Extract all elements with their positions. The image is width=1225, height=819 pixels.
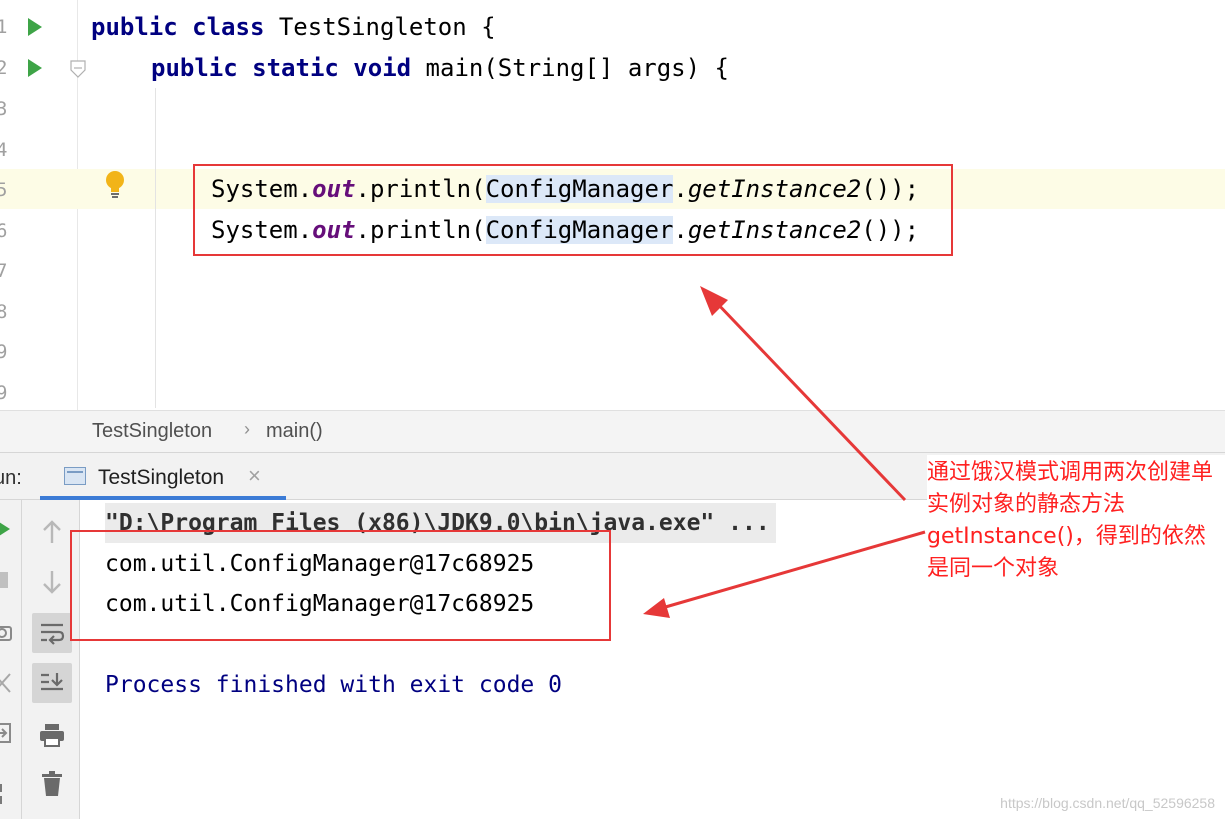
breadcrumb: TestSingleton › main() bbox=[0, 410, 1225, 452]
fold-icon[interactable] bbox=[69, 60, 87, 78]
line-number: 1 bbox=[0, 16, 8, 38]
line-number: 9 bbox=[0, 341, 8, 363]
code-highlight-box bbox=[193, 164, 953, 256]
annotation-text: 通过饿汉模式调用两次创建单实例对象的静态方法getInstance()，得到的依… bbox=[927, 455, 1225, 587]
console-highlight-box bbox=[70, 530, 611, 641]
indent-guide bbox=[155, 88, 156, 408]
console-exit-message: Process finished with exit code 0 bbox=[105, 672, 562, 698]
line-number: 2 bbox=[0, 57, 8, 79]
run-icon[interactable] bbox=[28, 59, 42, 77]
run-toolbar-primary bbox=[0, 500, 22, 819]
lightbulb-icon[interactable] bbox=[104, 170, 126, 200]
keyword: public static void bbox=[151, 54, 412, 82]
close-icon[interactable]: × bbox=[248, 463, 261, 489]
line-number: 5 bbox=[0, 179, 8, 201]
line-number: 8 bbox=[0, 301, 8, 323]
code-line-main-decl: public static void main(String[] args) { bbox=[151, 48, 729, 88]
run-icon[interactable] bbox=[28, 18, 42, 36]
scroll-to-end-icon[interactable] bbox=[32, 663, 72, 703]
restore-layout-icon[interactable] bbox=[0, 722, 12, 744]
stop-icon[interactable] bbox=[0, 572, 8, 588]
rerun-up-icon[interactable] bbox=[32, 512, 72, 552]
rerun-icon[interactable] bbox=[0, 520, 10, 538]
watermark: https://blog.csdn.net/qq_52596258 bbox=[1000, 795, 1215, 811]
run-label: un: bbox=[0, 467, 22, 489]
keyword: public class bbox=[91, 13, 265, 41]
tab-label: TestSingleton bbox=[98, 466, 225, 489]
breadcrumb-method[interactable]: main() bbox=[266, 420, 323, 443]
code-text: main(String[] args) { bbox=[411, 54, 729, 82]
camera-icon[interactable] bbox=[0, 622, 12, 642]
print-icon[interactable] bbox=[32, 715, 72, 755]
breadcrumb-separator: › bbox=[244, 419, 250, 439]
line-number: 4 bbox=[0, 139, 8, 161]
console-tab-icon bbox=[64, 467, 86, 485]
breadcrumb-class[interactable]: TestSingleton bbox=[92, 420, 212, 443]
exit-icon[interactable] bbox=[0, 672, 12, 694]
line-number: 9 bbox=[0, 382, 8, 404]
line-number: 3 bbox=[0, 98, 8, 120]
code-editor[interactable]: 1 2 3 4 5 6 7 8 9 9 public class TestSin… bbox=[0, 0, 1225, 410]
line-number: 7 bbox=[0, 260, 8, 282]
line-number: 6 bbox=[0, 220, 8, 242]
gutter-line-highlight bbox=[0, 169, 78, 209]
rerun-down-icon[interactable] bbox=[32, 562, 72, 602]
editor-gutter: 1 2 3 4 5 6 7 8 9 9 bbox=[0, 0, 86, 410]
tab-run-testsingleton[interactable]: TestSingleton × bbox=[40, 453, 286, 500]
soft-wrap-icon[interactable] bbox=[32, 613, 72, 653]
pin-tab-icon[interactable] bbox=[0, 782, 12, 812]
trash-icon[interactable] bbox=[32, 764, 72, 804]
code-line-class-decl: public class TestSingleton { bbox=[91, 7, 496, 47]
code-text: TestSingleton { bbox=[264, 13, 496, 41]
